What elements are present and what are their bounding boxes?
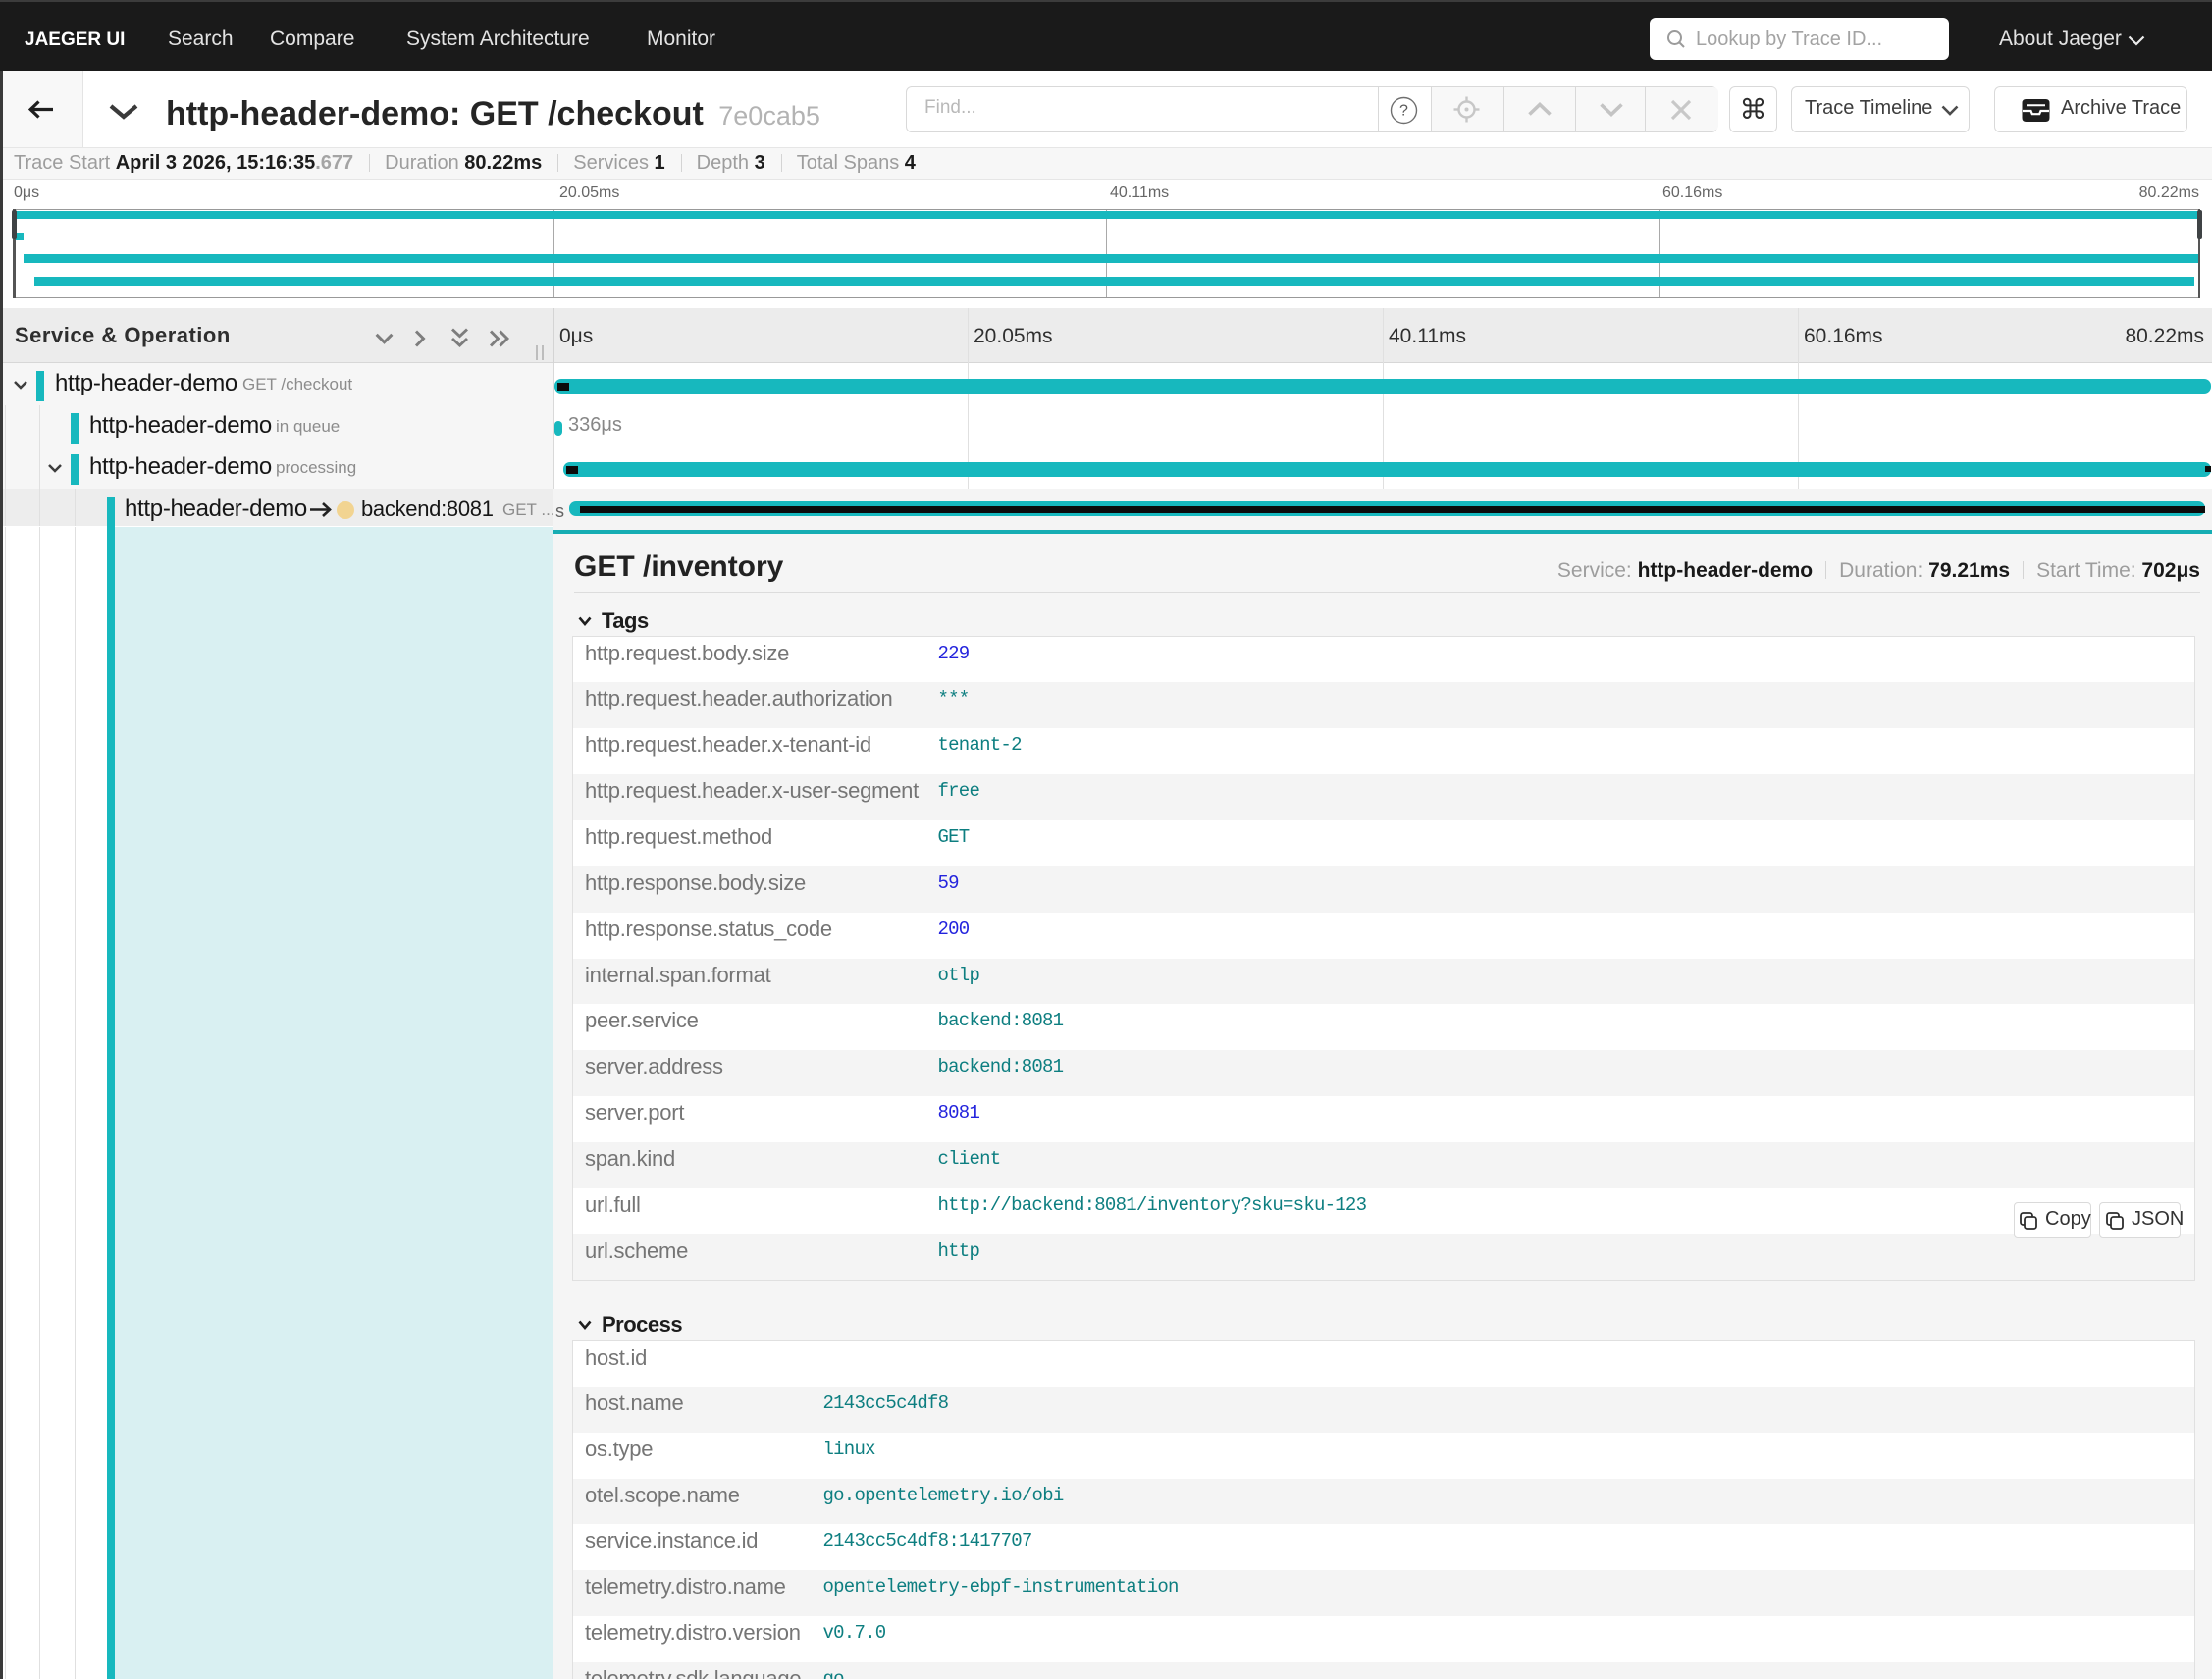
- svg-text:?: ?: [1399, 102, 1408, 119]
